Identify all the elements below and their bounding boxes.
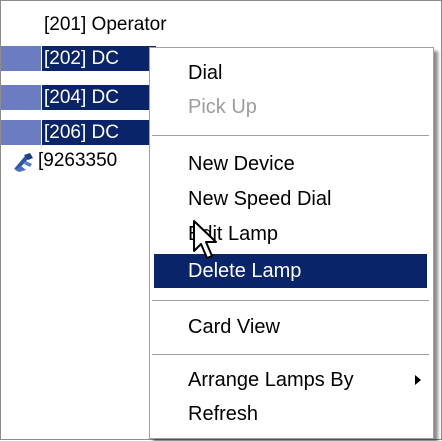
- list-item-label: [206] DC: [42, 120, 156, 145]
- arrow-cursor-icon: [193, 220, 217, 259]
- window-frame: [201] Operator [202] DC [204] DC [206] D…: [0, 0, 442, 440]
- menu-item-pick-up: Pick Up: [154, 90, 427, 124]
- selection-stub: [1, 85, 41, 110]
- device-icon: [14, 153, 33, 172]
- list-item-label: [202] DC: [42, 46, 156, 71]
- list-item-label: [204] DC: [42, 85, 156, 110]
- menu-item-new-speed-dial[interactable]: New Speed Dial: [154, 182, 427, 216]
- menu-item-label: Arrange Lamps By: [188, 369, 354, 391]
- menu-item-label: Pick Up: [188, 96, 257, 118]
- menu-separator: [152, 354, 429, 356]
- menu-separator: [152, 300, 429, 302]
- menu-item-label: New Speed Dial: [188, 188, 332, 210]
- menu-item-arrange-lamps-by[interactable]: Arrange Lamps By: [154, 363, 427, 397]
- list-item-label: [201] Operator: [44, 14, 167, 35]
- menu-item-card-view[interactable]: Card View: [154, 310, 427, 344]
- menu-item-label: Dial: [188, 62, 223, 84]
- list-item[interactable]: [201] Operator: [1, 11, 201, 39]
- list-item-label: [9263350: [38, 150, 118, 171]
- menu-item-label: Card View: [188, 316, 280, 338]
- selection-stub: [1, 46, 41, 71]
- menu-item-refresh[interactable]: Refresh: [154, 397, 427, 431]
- menu-item-dial[interactable]: Dial: [154, 56, 427, 90]
- menu-item-label: New Device: [188, 153, 295, 175]
- menu-item-new-device[interactable]: New Device: [154, 147, 427, 181]
- menu-separator: [152, 135, 429, 137]
- submenu-arrow-icon: [415, 375, 421, 385]
- selection-stub: [1, 120, 41, 145]
- menu-item-label: Refresh: [188, 403, 259, 425]
